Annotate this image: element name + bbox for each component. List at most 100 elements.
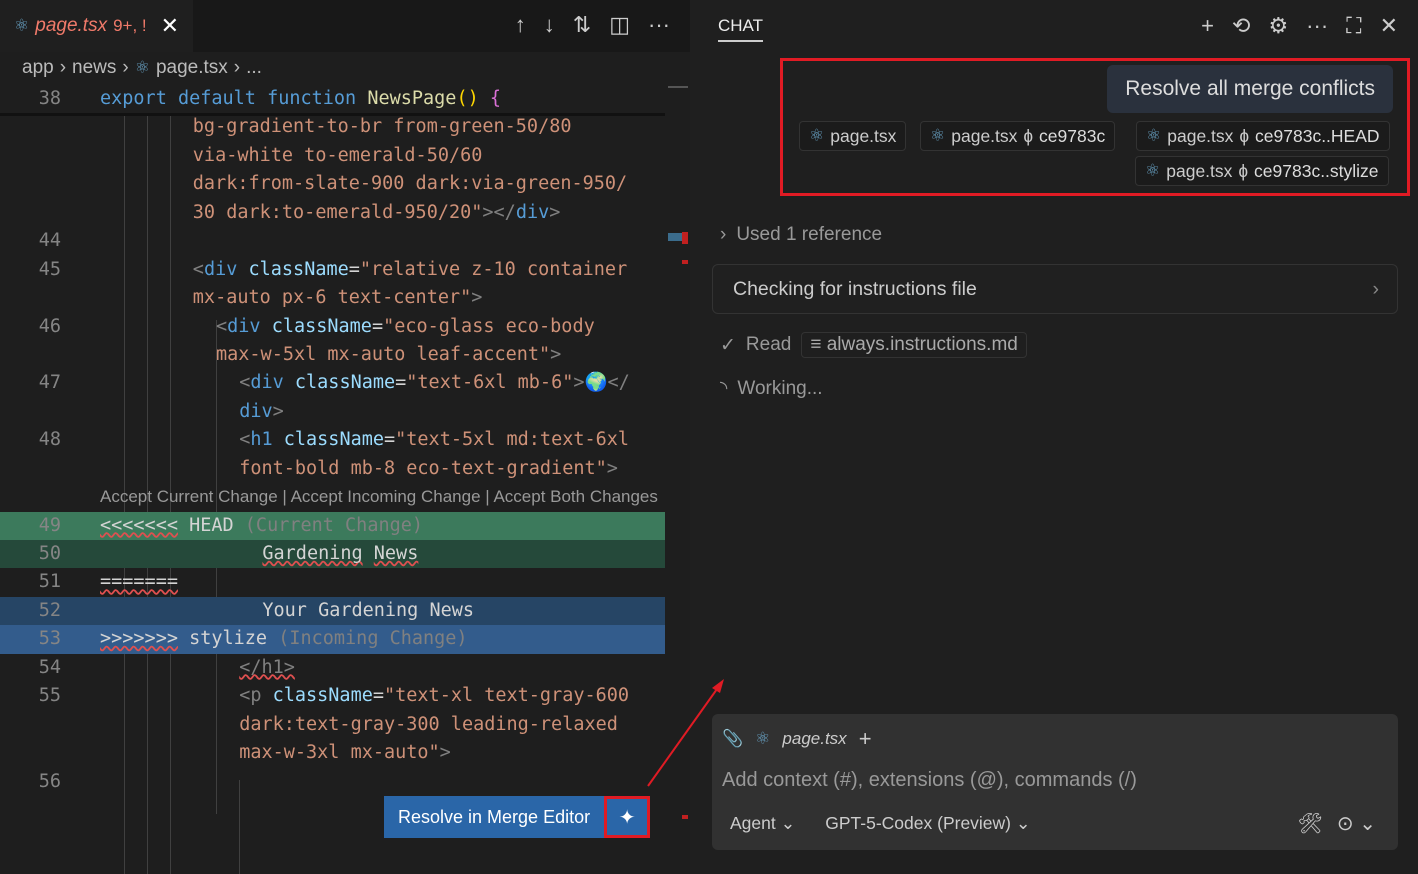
code-token: div	[239, 401, 272, 422]
resolve-in-merge-editor-button[interactable]: Resolve in Merge Editor	[384, 796, 604, 838]
line-number: 49	[0, 512, 61, 540]
checking-instructions-item[interactable]: Checking for instructions file›	[712, 264, 1398, 314]
line-number: 52	[0, 597, 61, 625]
code-token: HEAD	[178, 515, 245, 536]
breadcrumb-file[interactable]: page.tsx	[156, 57, 228, 79]
context-chip[interactable]: ⚛page.tsx	[799, 121, 906, 151]
compare-changes-icon[interactable]: ⇅	[573, 12, 591, 38]
conflict-codelens[interactable]: Accept Current Change | Accept Incoming …	[0, 483, 665, 511]
context-file[interactable]: page.tsx	[782, 729, 846, 749]
mode-dropdown[interactable]: Agent ⌄	[730, 813, 795, 834]
code-line: div>	[0, 398, 665, 426]
code-token: 🌍	[585, 372, 608, 393]
code-line: 52Your Gardening News	[0, 597, 665, 625]
code-token: ()	[456, 88, 478, 109]
chevron-right-icon: ›	[1373, 265, 1380, 313]
code-line: 55<p className="text-xl text-gray-600	[0, 682, 665, 710]
code-line: bg-gradient-to-br from-green-50/80	[0, 113, 665, 141]
line-text: max-w-3xl mx-auto">	[100, 739, 665, 767]
line-text: <div className="eco-glass eco-body	[100, 313, 665, 341]
chat-panel: CHAT + ⟲ ⚙ ··· ⛶ ✕ Resolve all merge con…	[690, 0, 1418, 874]
code-token: </h1>	[239, 657, 295, 678]
chat-title[interactable]: CHAT	[718, 10, 763, 42]
code-token: =	[373, 685, 384, 706]
line-text: <<<<<<< HEAD (Current Change)	[100, 512, 665, 540]
add-context-icon[interactable]: +	[859, 726, 872, 752]
instructions-file-chip[interactable]: ≡ always.instructions.md	[801, 332, 1027, 358]
code-token: =======	[100, 571, 178, 592]
split-editor-icon[interactable]: ◫	[609, 12, 630, 38]
read-item: ✓Read≡ always.instructions.md	[720, 332, 1027, 358]
code-token: div	[516, 202, 549, 223]
gear-icon[interactable]: ⚙	[1268, 13, 1288, 39]
chevron-right-icon: ›	[720, 224, 726, 246]
code-token: ></	[482, 202, 515, 223]
resolve-in-merge-editor-group: Resolve in Merge Editor ✦	[384, 796, 650, 838]
next-conflict-icon[interactable]: ↓	[544, 12, 555, 38]
maximize-icon[interactable]: ⛶	[1346, 13, 1361, 39]
line-number: 38	[0, 85, 61, 113]
code-token: div	[227, 316, 272, 337]
breadcrumb-symbol[interactable]: ...	[246, 57, 262, 79]
line-text: dark:text-gray-300 leading-relaxed	[100, 711, 665, 739]
react-icon: ⚛	[1146, 126, 1161, 146]
more-icon[interactable]: ···	[1306, 13, 1328, 39]
code-token: bg-gradient-to-br from-green-50/80	[193, 116, 572, 137]
tools-warning-icon[interactable]: 🛠	[1298, 811, 1323, 836]
code-line: 45<div className="relative z-10 containe…	[0, 256, 665, 284]
code-line: mx-auto px-6 text-center">	[0, 284, 665, 312]
new-chat-icon[interactable]: +	[1201, 13, 1214, 39]
code-token: =	[384, 429, 395, 450]
code-token: >	[273, 401, 284, 422]
code-token: className	[284, 429, 384, 450]
react-icon: ⚛	[1145, 161, 1160, 181]
code-token: className	[273, 685, 373, 706]
code-token: <	[239, 429, 250, 450]
line-number: 50	[0, 540, 61, 568]
spinner-icon: ◝	[720, 377, 727, 400]
code-token: h1	[250, 429, 283, 450]
working-status: ◝Working...	[720, 377, 823, 400]
chat-input[interactable]: 📎 ⚛ page.tsx + Add context (#), extensio…	[712, 714, 1398, 850]
code-line: 46<div className="eco-glass eco-body	[0, 313, 665, 341]
breadcrumb-news[interactable]: news	[72, 57, 116, 79]
line-text: export default function NewsPage() {	[100, 85, 665, 113]
ai-resolve-sparkle-icon[interactable]: ✦	[604, 796, 650, 838]
model-dropdown[interactable]: GPT-5-Codex (Preview) ⌄	[825, 813, 1030, 834]
problems-badge: 9+, !	[113, 16, 147, 36]
line-number: 44	[0, 227, 61, 255]
line-text: </h1>	[100, 654, 665, 682]
line-text: via-white to-emerald-50/60	[100, 142, 665, 170]
code-editor[interactable]: 38 export default function NewsPage() { bg…	[0, 85, 665, 796]
context-chip[interactable]: ⚛page.tsxɸce9783c	[920, 121, 1115, 151]
code-token: (Current Change)	[245, 515, 423, 536]
line-text: <p className="text-xl text-gray-600	[100, 682, 665, 710]
close-icon[interactable]: ✕	[1380, 13, 1398, 39]
editor-pane: ⚛ page.tsx 9+, ! ✕ ↑ ↓ ⇅ ◫ ··· app› news…	[0, 0, 690, 874]
history-icon[interactable]: ⟲	[1232, 13, 1250, 39]
stop-icon[interactable]: ⊙ ⌄	[1337, 811, 1376, 836]
line-text: dark:from-slate-900 dark:via-green-950/	[100, 170, 665, 198]
more-actions-icon[interactable]: ···	[648, 12, 670, 38]
code-token: =	[372, 316, 383, 337]
close-icon[interactable]: ✕	[161, 13, 179, 39]
code-token: >	[573, 372, 584, 393]
previous-conflict-icon[interactable]: ↑	[515, 12, 526, 38]
request-message: Resolve all merge conflicts	[1107, 65, 1393, 113]
line-text: font-bold mb-8 eco-text-gradient">	[100, 455, 665, 483]
code-token: >	[549, 202, 560, 223]
context-chip[interactable]: ⚛page.tsxɸce9783c..stylize	[1135, 156, 1389, 186]
code-token: export	[100, 88, 178, 109]
code-token: "text-xl text-gray-600	[384, 685, 629, 706]
tab-page-tsx[interactable]: ⚛ page.tsx 9+, ! ✕	[0, 0, 193, 52]
breadcrumb-app[interactable]: app	[22, 57, 54, 79]
context-chip[interactable]: ⚛page.tsxɸce9783c..HEAD	[1136, 121, 1390, 151]
breadcrumb: app› news› ⚛ page.tsx› ...	[22, 57, 262, 79]
chat-input-placeholder[interactable]: Add context (#), extensions (@), command…	[722, 769, 1137, 792]
line-text: <div className="text-6xl mb-6">🌍</	[100, 369, 665, 397]
used-references[interactable]: ›Used 1 reference	[720, 224, 882, 246]
attach-icon[interactable]: 📎	[722, 729, 743, 749]
line-number: 54	[0, 654, 61, 682]
code-token: </	[608, 372, 630, 393]
git-commit-icon: ɸ	[1023, 126, 1033, 147]
